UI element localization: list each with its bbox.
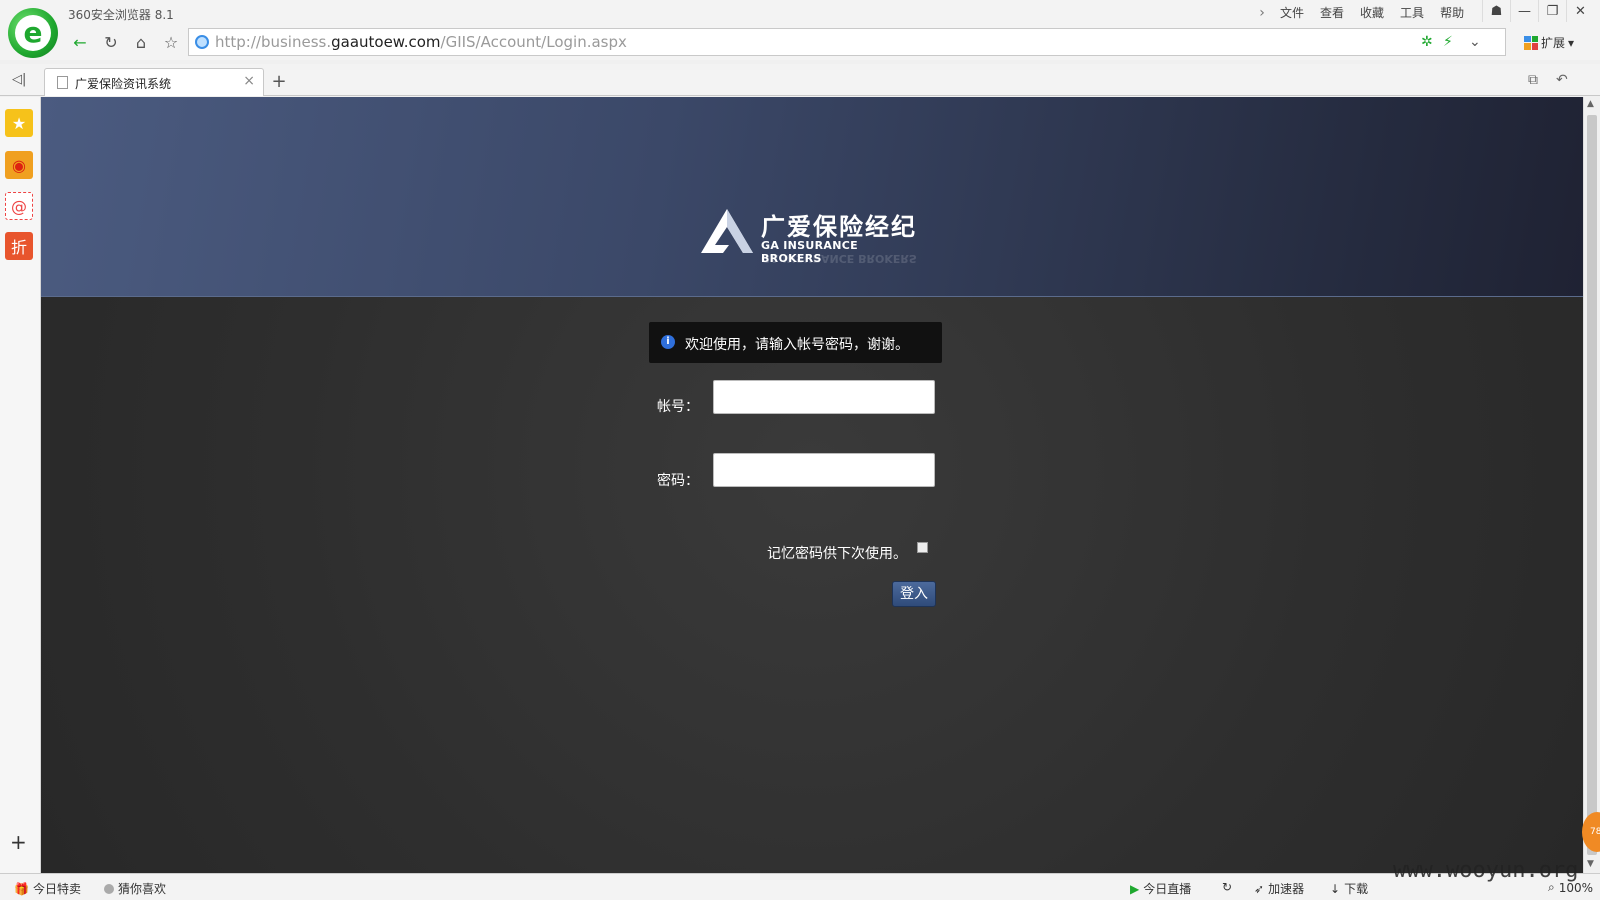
rocket-icon: ➶: [1254, 881, 1265, 896]
notice-text: 欢迎使用，请输入帐号密码，谢谢。: [685, 337, 909, 353]
status-download[interactable]: ↓ 下载: [1330, 880, 1368, 897]
security-check-icon[interactable]: ✲: [1421, 34, 1433, 50]
status-bar: 🎁 今日特卖 猜你喜欢 ▶ 今日直播 ↻ ➶ 加速器 ↓ 下载 ⌕ 100%: [0, 873, 1600, 900]
collapse-sidebar-icon[interactable]: ◁|: [12, 72, 26, 87]
back-arrow-icon[interactable]: ←: [66, 29, 94, 55]
browser-menu: › 文件 查看 收藏 工具 帮助: [1252, 4, 1472, 21]
minimize-icon[interactable]: —: [1510, 0, 1538, 22]
remember-password-label: 记忆密码供下次使用。: [767, 546, 907, 562]
status-accelerator[interactable]: ➶ 加速器: [1254, 880, 1304, 897]
menu-tools[interactable]: 工具: [1392, 4, 1432, 21]
menu-view[interactable]: 查看: [1312, 4, 1352, 21]
tab-active[interactable]: 广爱保险资讯系统 ×: [44, 68, 264, 96]
close-window-icon[interactable]: ✕: [1566, 0, 1594, 22]
live-label: 今日直播: [1143, 882, 1192, 896]
status-refresh-icon[interactable]: ↻: [1222, 880, 1232, 894]
skin-icon[interactable]: ☗: [1482, 0, 1510, 22]
browser-sidebar: ★ ◉ @ 折 +: [0, 97, 41, 873]
status-live[interactable]: ▶ 今日直播: [1130, 880, 1191, 897]
address-row: ← ↻ ⌂ ☆ http://business.gaautoew.com/GII…: [0, 26, 1600, 60]
scroll-up-icon[interactable]: ▲: [1587, 99, 1594, 109]
url-text[interactable]: http://business.gaautoew.com/GIIS/Accoun…: [215, 29, 627, 55]
accelerator-label: 加速器: [1268, 882, 1305, 896]
extensions-grid-icon: [1524, 35, 1538, 50]
home-icon[interactable]: ⌂: [127, 29, 155, 55]
sidebar-add-icon[interactable]: +: [10, 830, 27, 854]
menu-help[interactable]: 帮助: [1432, 4, 1472, 21]
email-icon[interactable]: @: [5, 192, 33, 220]
download-icon: ↓: [1330, 881, 1341, 896]
favorites-star-icon[interactable]: ★: [5, 109, 33, 137]
undo-close-tab-icon[interactable]: ↶: [1556, 72, 1568, 88]
account-input[interactable]: [713, 380, 935, 414]
password-label: 密码：: [657, 473, 699, 489]
gift-icon: 🎁: [14, 881, 29, 896]
scroll-down-icon[interactable]: ▼: [1587, 859, 1594, 869]
speed-mode-icon[interactable]: ⚡: [1443, 34, 1453, 50]
site-globe-icon: [195, 35, 209, 49]
address-dropdown-icon[interactable]: ⌄: [1469, 34, 1481, 50]
restore-icon[interactable]: ❐: [1538, 0, 1566, 22]
weibo-icon[interactable]: ◉: [5, 151, 33, 179]
guess-you-like-label: 猜你喜欢: [118, 882, 167, 896]
header-banner: 广爱保险经纪 GA INSURANCE BROKERS GA INSURANCE…: [41, 97, 1583, 297]
status-today-sale[interactable]: 🎁 今日特卖: [14, 880, 81, 897]
menu-chevron-icon[interactable]: ›: [1252, 5, 1272, 21]
extensions-caret-icon: ▾: [1568, 35, 1575, 50]
info-icon: i: [661, 335, 675, 349]
new-tab-plus-icon[interactable]: +: [266, 70, 292, 94]
welcome-notice: i 欢迎使用，请输入帐号密码，谢谢。: [649, 322, 942, 363]
extensions-menu[interactable]: 扩展 ▾: [1524, 34, 1574, 51]
bookmark-star-icon[interactable]: ☆: [157, 29, 185, 55]
tab-title: 广爱保险资讯系统: [75, 77, 172, 91]
tab-close-icon[interactable]: ×: [243, 73, 255, 89]
address-bar[interactable]: http://business.gaautoew.com/GIIS/Accoun…: [188, 28, 1506, 56]
refresh-icon[interactable]: ↻: [97, 29, 125, 55]
dot-icon: [104, 883, 114, 894]
vertical-scrollbar[interactable]: ▲ ▼: [1583, 97, 1600, 873]
menu-file[interactable]: 文件: [1272, 4, 1312, 21]
watermark: www.wooyun.org: [1393, 858, 1579, 883]
remember-password-checkbox[interactable]: [917, 542, 928, 553]
brand-a-mark-icon: [701, 209, 753, 253]
scroll-thumb[interactable]: [1587, 115, 1597, 855]
browser-app-title: 360安全浏览器 8.1: [68, 8, 174, 22]
login-button[interactable]: 登入: [892, 581, 936, 607]
browser-logo-icon[interactable]: e: [8, 8, 58, 58]
tab-list-icon[interactable]: ⧉: [1528, 72, 1538, 88]
tab-bar: ◁| 广爱保险资讯系统 × + ⧉ ↶: [0, 64, 1600, 96]
brand-chinese-name: 广爱保险经纪: [761, 213, 917, 241]
page-viewport: 广爱保险经纪 GA INSURANCE BROKERS GA INSURANCE…: [41, 97, 1583, 873]
today-sale-label: 今日特卖: [32, 882, 81, 896]
window-controls: ☗ — ❐ ✕: [1482, 0, 1594, 22]
menu-favorites[interactable]: 收藏: [1352, 4, 1392, 21]
brand-reflection: GA INSURANCE BROKERS: [761, 252, 917, 265]
play-icon: ▶: [1130, 881, 1140, 896]
document-icon: [57, 76, 68, 89]
password-input[interactable]: [713, 453, 935, 487]
brand-logo: 广爱保险经纪 GA INSURANCE BROKERS GA INSURANCE…: [699, 205, 919, 275]
browser-title-bar: 360安全浏览器 8.1 › 文件 查看 收藏 工具 帮助 ☗ — ❐ ✕: [0, 0, 1600, 26]
discount-icon[interactable]: 折: [5, 232, 33, 260]
status-guess-you-like[interactable]: 猜你喜欢: [104, 880, 166, 897]
extensions-label: 扩展: [1541, 36, 1566, 50]
account-label: 帐号：: [657, 399, 699, 415]
download-label: 下载: [1344, 882, 1369, 896]
